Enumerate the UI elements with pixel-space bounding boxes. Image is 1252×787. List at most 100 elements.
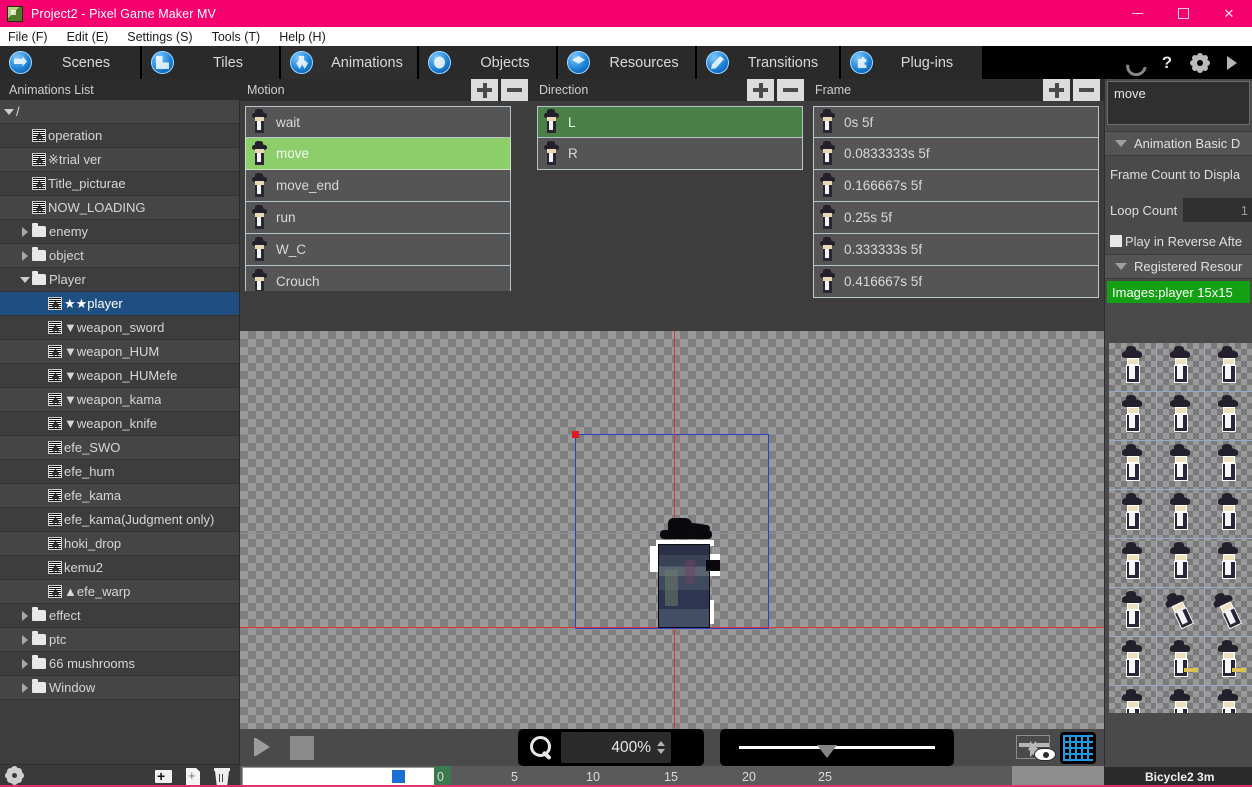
sprite-sheet-cell[interactable] <box>1109 588 1157 637</box>
canvas-zoom-field[interactable]: 400% <box>561 732 671 763</box>
tree-expander[interactable] <box>18 604 32 628</box>
grid-toggle-icon[interactable] <box>1060 731 1096 764</box>
tree-item[interactable]: operation <box>0 124 239 148</box>
tab-plugins[interactable]: Plug-ins <box>841 46 982 79</box>
preview-play-button[interactable] <box>248 732 280 763</box>
tree-item[interactable]: enemy <box>0 220 239 244</box>
direction-remove-button[interactable] <box>777 79 804 101</box>
timeline-marker[interactable] <box>392 770 405 783</box>
list-item[interactable]: run <box>245 202 511 234</box>
timeline-scroll-area[interactable] <box>1012 766 1104 787</box>
frame-list[interactable]: 0s 5f 0.0833333s 5f 0.166667s 5f 0.25s 5f 0.… <box>813 106 1099 326</box>
motion-remove-button[interactable] <box>501 79 528 101</box>
sprite-sheet-cell[interactable] <box>1205 392 1252 441</box>
frame-remove-button[interactable] <box>1073 79 1100 101</box>
sprite-sheet-cell[interactable] <box>1157 588 1205 637</box>
list-item[interactable]: 0s 5f <box>813 106 1099 138</box>
tree-item[interactable]: ▼weapon_knife <box>0 412 239 436</box>
tree-item[interactable]: ▲efe_warp <box>0 580 239 604</box>
character-sprite[interactable] <box>648 518 722 628</box>
slider-knob[interactable] <box>817 745 837 758</box>
settings-gear-icon[interactable] <box>5 766 25 786</box>
tree-item[interactable]: object <box>0 244 239 268</box>
maximize-button[interactable] <box>1160 0 1206 27</box>
tree-expander[interactable] <box>2 100 16 124</box>
list-item[interactable]: 0.0833333s 5f <box>813 138 1099 170</box>
menu-item-tools[interactable]: Tools (T) <box>212 30 271 44</box>
preview-stop-button[interactable] <box>290 735 314 760</box>
tree-item[interactable]: ※trial ver <box>0 148 239 172</box>
sprite-sheet-cell[interactable] <box>1109 686 1157 713</box>
section-registered-resources[interactable]: Registered Resour <box>1105 254 1252 279</box>
tree-expander[interactable] <box>18 652 32 676</box>
sprite-sheet-cell[interactable] <box>1157 686 1205 713</box>
tree-item[interactable]: ptc <box>0 628 239 652</box>
tab-transitions[interactable]: Transitions <box>697 46 839 79</box>
tree-item[interactable]: kemu2 <box>0 556 239 580</box>
tree-item[interactable]: ▼weapon_HUMefe <box>0 364 239 388</box>
tree-item[interactable]: efe_hum <box>0 460 239 484</box>
menu-item-help[interactable]: Help (H) <box>279 30 336 44</box>
tree-expander[interactable] <box>18 268 32 292</box>
sprite-sheet-preview[interactable] <box>1109 343 1252 713</box>
list-item[interactable]: Crouch <box>245 266 511 291</box>
sprite-sheet-cell[interactable] <box>1157 637 1205 686</box>
list-item[interactable]: L <box>537 106 803 138</box>
anchor-point[interactable] <box>572 431 579 438</box>
list-item[interactable]: 0.416667s 5f <box>813 266 1099 298</box>
animation-canvas[interactable] <box>240 331 1104 729</box>
undo-icon[interactable] <box>1124 53 1144 73</box>
sprite-sheet-cell[interactable] <box>1205 343 1252 392</box>
tree-item[interactable]: / <box>0 100 239 124</box>
animations-tree[interactable]: / operation ※trial ver Title_picturae NOW_LO… <box>0 100 239 764</box>
loop-count-field[interactable]: 1 <box>1183 198 1252 222</box>
sprite-sheet-cell[interactable] <box>1109 490 1157 539</box>
tab-animations[interactable]: Animations <box>281 46 417 79</box>
menu-item-settings[interactable]: Settings (S) <box>127 30 202 44</box>
sprite-sheet-cell[interactable] <box>1157 539 1205 588</box>
sprite-sheet-cell[interactable] <box>1205 539 1252 588</box>
canvas-zoom-slider[interactable] <box>739 729 935 766</box>
list-item[interactable]: wait <box>245 106 511 138</box>
section-animation-basic[interactable]: Animation Basic D <box>1105 131 1252 156</box>
sprite-sheet-cell[interactable] <box>1157 343 1205 392</box>
list-item[interactable]: 0.25s 5f <box>813 202 1099 234</box>
tree-item[interactable]: ★★player <box>0 292 239 316</box>
timeline-field[interactable] <box>242 767 438 786</box>
tree-item[interactable]: Window <box>0 676 239 700</box>
list-item[interactable]: W_C <box>245 234 511 266</box>
sprite-sheet-cell[interactable] <box>1109 539 1157 588</box>
tree-item[interactable]: hoki_drop <box>0 532 239 556</box>
tree-expander[interactable] <box>18 220 32 244</box>
stepper-down-icon[interactable] <box>657 749 665 754</box>
tree-item[interactable]: ▼weapon_sword <box>0 316 239 340</box>
sprite-sheet-cell[interactable] <box>1205 588 1252 637</box>
sprite-sheet-cell[interactable] <box>1157 441 1205 490</box>
tree-item[interactable]: Title_picturae <box>0 172 239 196</box>
new-file-icon[interactable] <box>182 766 204 786</box>
help-icon[interactable]: ? <box>1157 53 1177 73</box>
tree-item[interactable]: ▼weapon_kama <box>0 388 239 412</box>
tree-item[interactable]: Player <box>0 268 239 292</box>
direction-add-button[interactable] <box>747 79 774 101</box>
sprite-sheet-cell[interactable] <box>1109 343 1157 392</box>
tab-objects[interactable]: Objects <box>419 46 556 79</box>
tree-item[interactable]: efe_kama <box>0 484 239 508</box>
tab-resources[interactable]: Resources <box>558 46 695 79</box>
close-button[interactable]: ✕ <box>1206 0 1252 27</box>
timeline-ruler[interactable]: 0 5 10 15 20 25 <box>240 766 1104 787</box>
tree-item[interactable]: ▼weapon_HUM <box>0 340 239 364</box>
animation-name-field[interactable]: move <box>1107 81 1250 125</box>
resource-badge[interactable]: Images:player 15x15 <box>1107 281 1250 303</box>
play-icon[interactable] <box>1223 53 1243 73</box>
sprite-sheet-cell[interactable] <box>1109 441 1157 490</box>
play-reverse-row[interactable]: Play in Reverse Afte <box>1105 228 1252 254</box>
direction-list[interactable]: LR <box>537 106 803 326</box>
list-item[interactable]: 0.333333s 5f <box>813 234 1099 266</box>
list-item[interactable]: R <box>537 138 803 170</box>
sprite-sheet-cell[interactable] <box>1205 441 1252 490</box>
tree-expander[interactable] <box>18 628 32 652</box>
play-reverse-checkbox[interactable] <box>1110 235 1122 247</box>
tab-tiles[interactable]: Tiles <box>142 46 279 79</box>
sprite-sheet-cell[interactable] <box>1109 392 1157 441</box>
